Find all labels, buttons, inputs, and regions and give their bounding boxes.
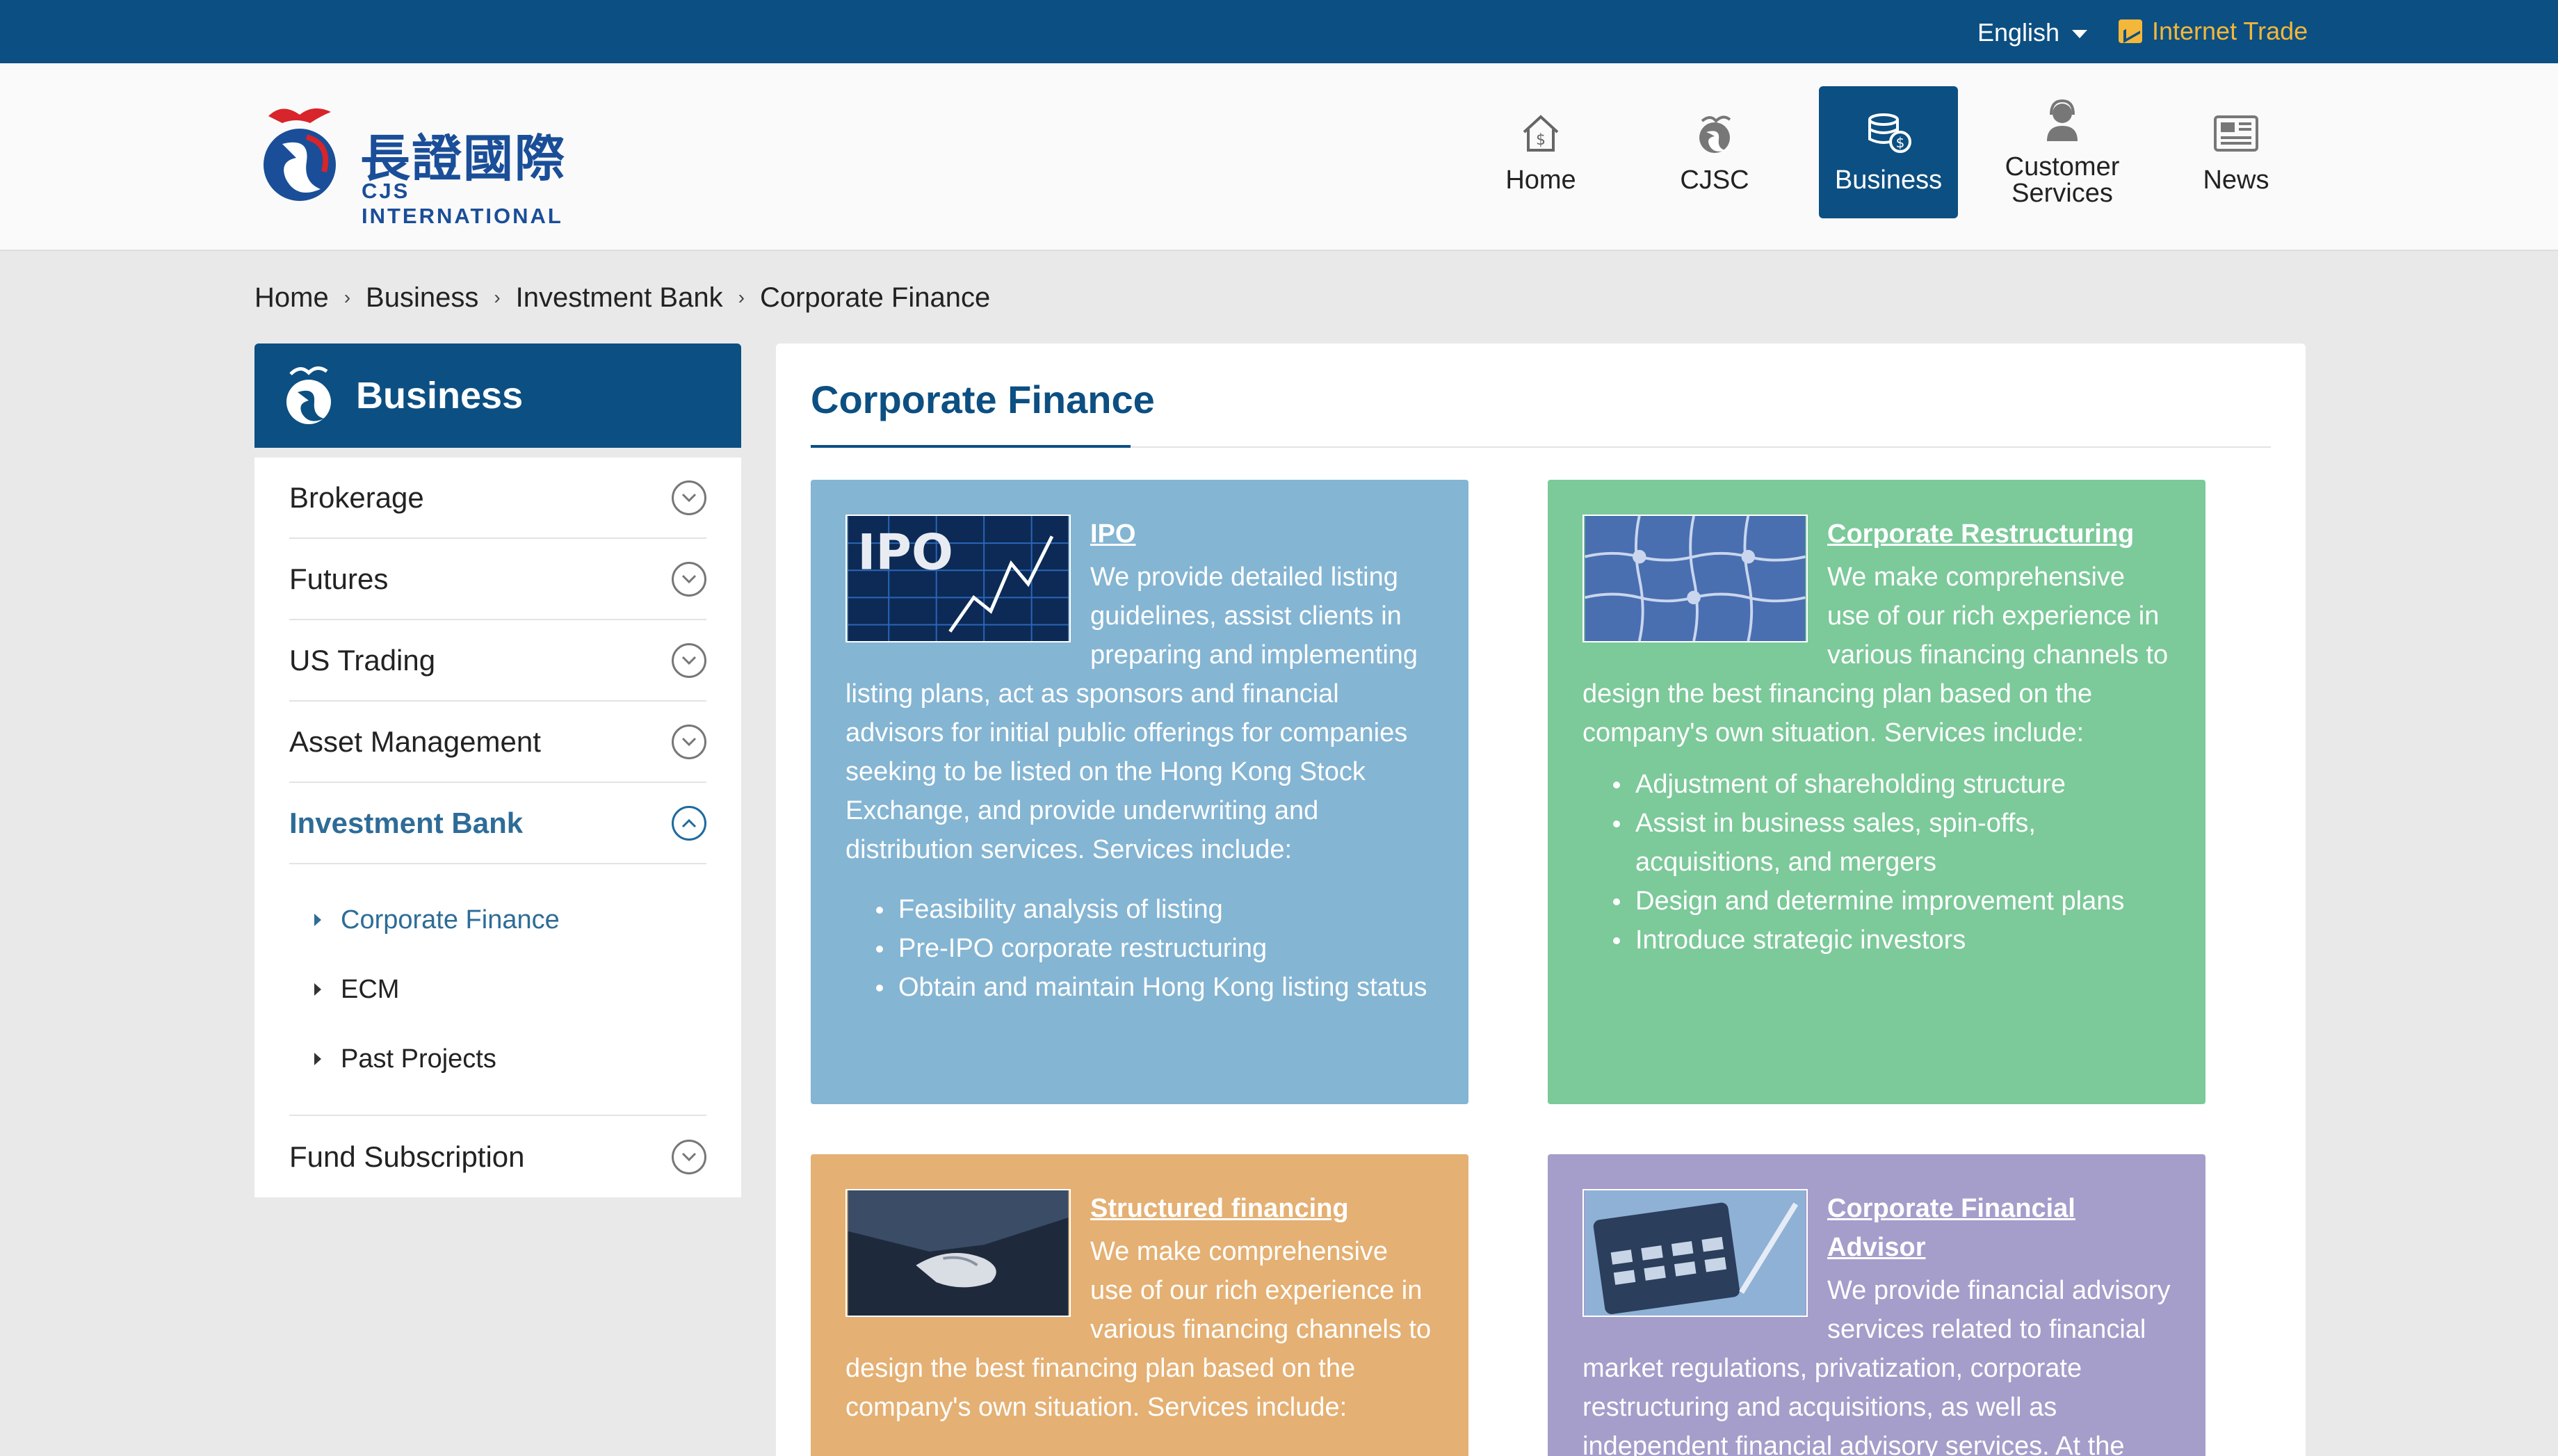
newspaper-icon (2214, 115, 2258, 152)
list-item: Feasibility analysis of listing (845, 890, 1434, 929)
nav-customer-services[interactable]: Customer Services (1993, 86, 2132, 218)
nav-business[interactable]: $ Business (1819, 86, 1958, 218)
sidebar-item-label: Brokerage (289, 480, 424, 514)
chevron-right-icon: › (738, 286, 745, 308)
submenu-item-corporate-finance[interactable]: Corporate Finance (314, 885, 706, 955)
puzzle-thumbnail-image (1582, 515, 1808, 642)
submenu-item-ecm[interactable]: ECM (314, 955, 706, 1024)
sidebar-item-label: US Trading (289, 643, 436, 677)
chevron-down-icon[interactable] (672, 724, 706, 759)
nav-business-label: Business (1834, 165, 1943, 195)
ipo-thumbnail-image: IPO (845, 515, 1071, 642)
list-item: Adjustment of shareholding structure (1582, 765, 2171, 804)
customer-service-icon (2047, 99, 2078, 141)
title-underline (811, 445, 1131, 448)
svg-text:$: $ (1896, 134, 1905, 151)
trade-chart-icon (2119, 19, 2142, 43)
top-bar: English Internet Trade (0, 0, 2558, 63)
sidebar-item-label: Fund Subscription (289, 1140, 525, 1173)
site-header: 長證國際 CJS INTERNATIONAL $ Home CJSC $ Bus… (0, 63, 2558, 251)
sidebar-item-fund-subscription[interactable]: Fund Subscription (289, 1116, 706, 1197)
nav-customer-services-label: Customer Services (2005, 152, 2120, 208)
caret-down-icon (2072, 30, 2088, 38)
business-logo-icon (286, 366, 331, 424)
card-bullet-list: Feasibility analysis of listing Pre-IPO … (845, 890, 1434, 1007)
sidebar-item-label: Investment Bank (289, 806, 524, 839)
list-item: Obtain and maintain Hong Kong listing st… (845, 968, 1434, 1007)
list-item: Design and determine improvement plans (1582, 882, 2171, 921)
breadcrumb-business[interactable]: Business (366, 282, 478, 314)
internet-trade-label: Internet Trade (2152, 17, 2308, 45)
card-bullet-list: Adjustment of shareholding structure Ass… (1582, 765, 2171, 960)
submenu-item-label: Corporate Finance (341, 905, 560, 935)
nav-cjsc-label: CJSC (1680, 165, 1749, 195)
investment-bank-submenu: Corporate Finance ECM Past Projects (289, 864, 706, 1116)
page-title: Corporate Finance (811, 378, 1155, 421)
handshake-thumbnail-image (845, 1189, 1071, 1317)
caret-right-icon (314, 914, 321, 926)
language-label: English (1977, 18, 2060, 47)
svg-text:$: $ (1536, 131, 1546, 149)
coins-icon: $ (1868, 113, 1911, 153)
service-card-corporate-restructuring: Corporate Restructuring We make comprehe… (1548, 480, 2205, 1104)
caret-right-icon (314, 983, 321, 996)
language-selector[interactable]: English (1977, 15, 2088, 50)
service-card-structured-financing: Structured financing We make comprehensi… (811, 1154, 1468, 1456)
submenu-item-label: ECM (341, 974, 400, 1004)
sidebar-item-label: Asset Management (289, 725, 541, 758)
nav-home[interactable]: $ Home (1471, 86, 1610, 218)
nav-news-label: News (2203, 165, 2269, 195)
sidebar-title: Business (356, 375, 524, 416)
breadcrumb-home[interactable]: Home (254, 282, 329, 314)
main-content: Corporate Finance IPO IPO We provide det… (776, 343, 2306, 1456)
sidebar-menu: Brokerage Futures US Trading Asset Manag… (254, 458, 741, 1197)
home-icon: $ (1523, 115, 1559, 152)
chevron-right-icon: › (343, 286, 351, 308)
service-card-corporate-financial-advisor: Corporate Financial Advisor We provide f… (1548, 1154, 2205, 1456)
calculator-thumbnail-image (1582, 1189, 1808, 1317)
sidebar-item-asset-management[interactable]: Asset Management (289, 702, 706, 783)
chevron-down-icon[interactable] (672, 1139, 706, 1174)
submenu-item-label: Past Projects (341, 1044, 496, 1074)
breadcrumb-investment-bank[interactable]: Investment Bank (516, 282, 723, 314)
sidebar-item-us-trading[interactable]: US Trading (289, 620, 706, 702)
sidebar-item-investment-bank[interactable]: Investment Bank (289, 783, 706, 864)
nav-home-label: Home (1505, 165, 1576, 195)
list-item: Assist in business sales, spin-offs, acq… (1582, 804, 2171, 882)
breadcrumb: Home › Business › Investment Bank › Corp… (254, 278, 990, 317)
logo-english-name: CJS INTERNATIONAL (362, 179, 563, 228)
chevron-right-icon: › (494, 286, 501, 308)
breadcrumb-current: Corporate Finance (759, 282, 991, 313)
sidebar-header: Business (254, 343, 741, 448)
logo-mark-icon (264, 108, 336, 201)
chevron-down-icon[interactable] (672, 642, 706, 678)
chevron-down-icon[interactable] (672, 480, 706, 515)
list-item: Introduce strategic investors (1582, 921, 2171, 960)
site-logo[interactable]: 長證國際 CJS INTERNATIONAL (254, 102, 616, 228)
sidebar-item-label: Futures (289, 562, 389, 595)
chevron-up-icon[interactable] (672, 805, 706, 841)
submenu-item-past-projects[interactable]: Past Projects (314, 1024, 706, 1094)
internet-trade-link[interactable]: Internet Trade (2119, 14, 2308, 49)
sidebar-item-brokerage[interactable]: Brokerage (289, 458, 706, 539)
ipo-thumbnail-text: IPO (857, 524, 953, 581)
service-card-ipo: IPO IPO We provide detailed listing guid… (811, 480, 1468, 1104)
chevron-down-icon[interactable] (672, 561, 706, 597)
nav-cjsc[interactable]: CJSC (1645, 86, 1784, 218)
nav-news[interactable]: News (2167, 86, 2306, 218)
caret-right-icon (314, 1053, 321, 1065)
sidebar-item-futures[interactable]: Futures (289, 539, 706, 620)
cjsc-logo-icon (1699, 115, 1731, 153)
list-item: Pre-IPO corporate restructuring (845, 929, 1434, 968)
